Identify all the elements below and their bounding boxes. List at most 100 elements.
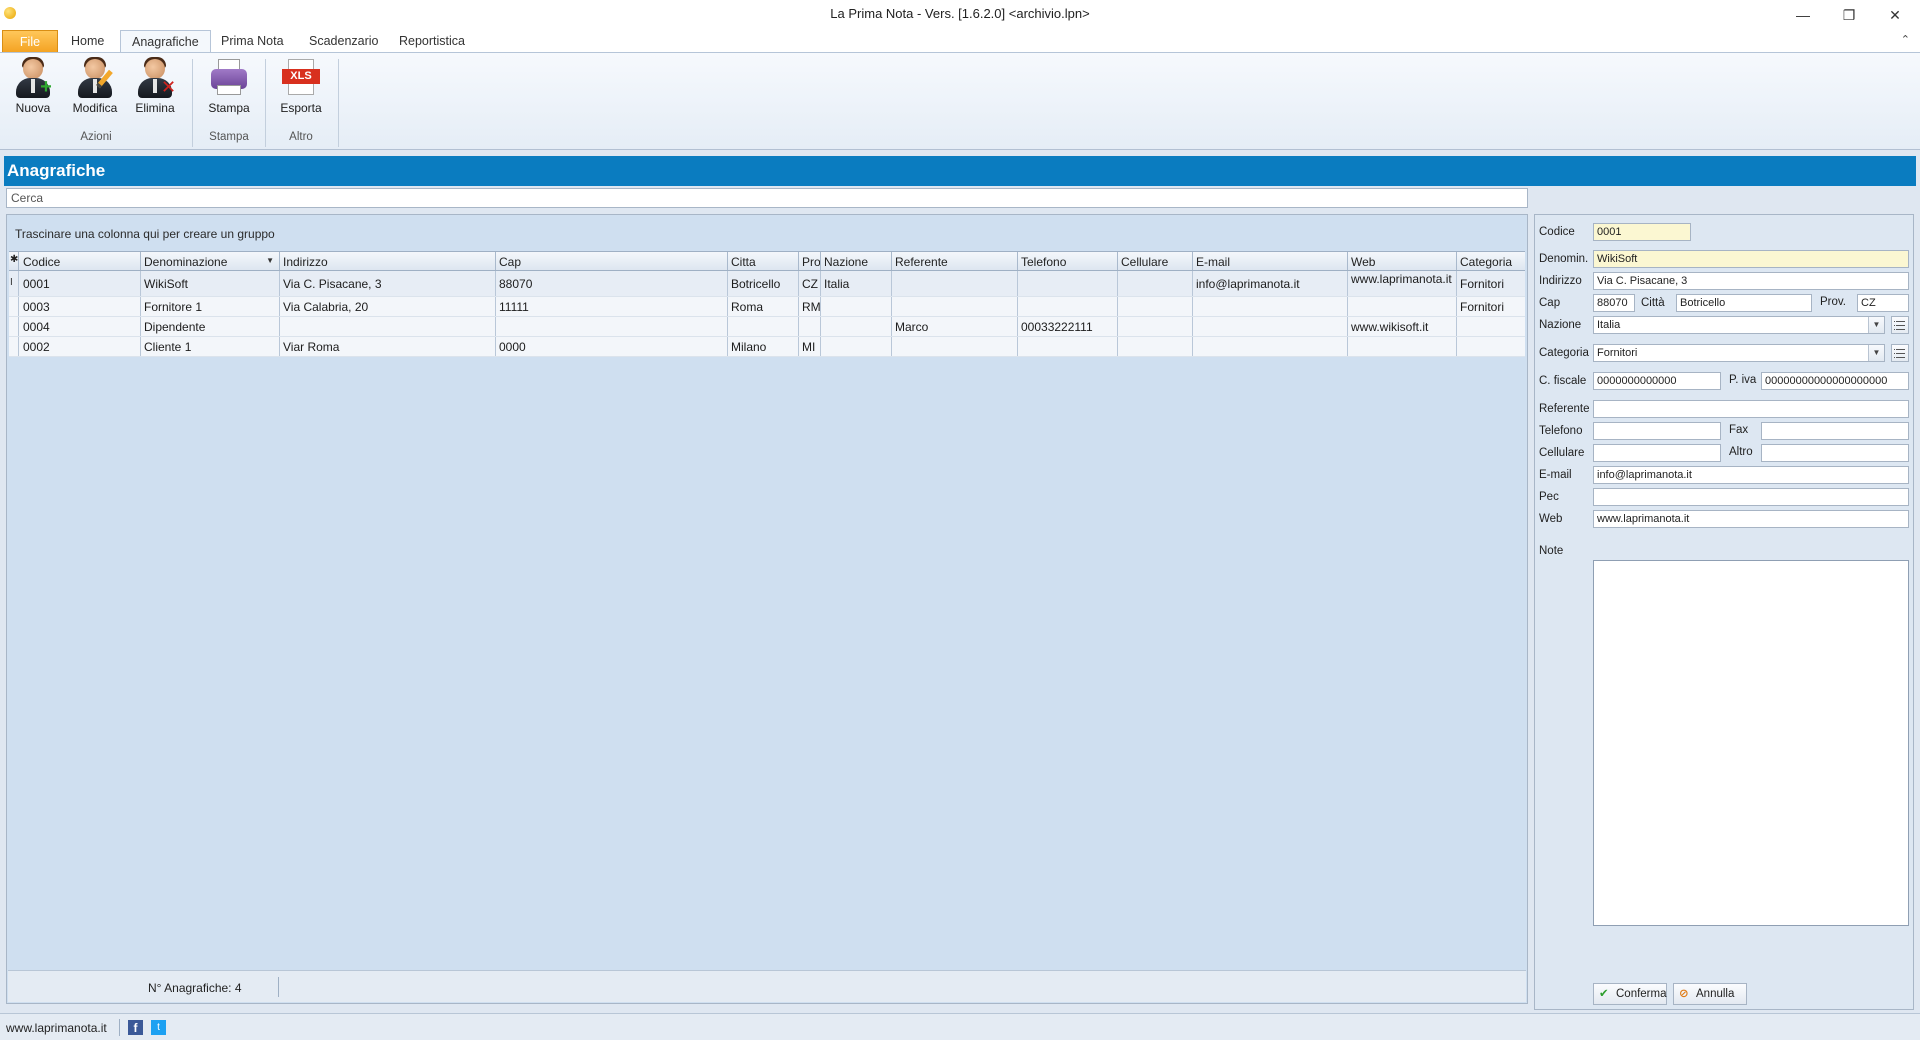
cfiscale-field[interactable]: 0000000000000 — [1593, 372, 1721, 390]
cell-nazione[interactable] — [821, 317, 892, 336]
tab-home[interactable]: Home — [60, 30, 115, 52]
cell-cellulare[interactable] — [1118, 317, 1193, 336]
twitter-icon[interactable]: t — [151, 1020, 166, 1035]
cell-categoria[interactable]: Fornitori — [1457, 271, 1525, 296]
cell-indirizzo[interactable]: Via C. Pisacane, 3 — [280, 271, 496, 296]
indirizzo-field[interactable]: Via C. Pisacane, 3 — [1593, 272, 1909, 290]
citta-field[interactable]: Botricello — [1676, 294, 1812, 312]
stampa-button[interactable]: Stampa — [200, 57, 258, 121]
annulla-button[interactable]: ⊘ Annulla — [1673, 983, 1747, 1005]
tab-scadenzario[interactable]: Scadenzario — [298, 30, 390, 52]
col-header-cap[interactable]: Cap — [496, 252, 728, 270]
telefono-field[interactable] — [1593, 422, 1721, 440]
col-header-web[interactable]: Web — [1348, 252, 1457, 270]
prov-field[interactable]: CZ — [1857, 294, 1909, 312]
cell-cap[interactable] — [496, 317, 728, 336]
col-header-email[interactable]: E-mail — [1193, 252, 1348, 270]
email-field[interactable]: info@laprimanota.it — [1593, 466, 1909, 484]
web-field[interactable]: www.laprimanota.it — [1593, 510, 1909, 528]
ribbon-collapse-icon[interactable]: ⌃ — [1901, 33, 1910, 46]
cell-citta[interactable]: Roma — [728, 297, 799, 316]
cell-pro[interactable]: RM — [799, 297, 821, 316]
cell-email[interactable] — [1193, 337, 1348, 356]
cell-cap[interactable]: 88070 — [496, 271, 728, 296]
cell-nazione[interactable]: Italia — [821, 271, 892, 296]
cap-field[interactable]: 88070 — [1593, 294, 1635, 312]
table-row[interactable]: I 0001 WikiSoft Via C. Pisacane, 3 88070… — [9, 271, 1525, 297]
cell-nazione[interactable] — [821, 337, 892, 356]
col-header-referente[interactable]: Referente — [892, 252, 1018, 270]
col-header-cellulare[interactable]: Cellulare — [1118, 252, 1193, 270]
note-textarea[interactable] — [1593, 560, 1909, 926]
cell-web[interactable] — [1348, 337, 1457, 356]
cellulare-field[interactable] — [1593, 444, 1721, 462]
cell-cellulare[interactable] — [1118, 337, 1193, 356]
restore-button[interactable]: ❐ — [1826, 0, 1872, 30]
nazione-list-button[interactable] — [1891, 316, 1909, 334]
tab-file[interactable]: File — [2, 30, 58, 52]
close-button[interactable]: ✕ — [1872, 0, 1918, 30]
cell-cellulare[interactable] — [1118, 297, 1193, 316]
col-header-categoria[interactable]: Categoria — [1457, 252, 1525, 270]
altro-field[interactable] — [1761, 444, 1909, 462]
cell-telefono[interactable] — [1018, 271, 1118, 296]
elimina-button[interactable]: ✕ Elimina — [126, 57, 184, 121]
col-header-nazione[interactable]: Nazione — [821, 252, 892, 270]
cell-indirizzo[interactable] — [280, 317, 496, 336]
col-header-telefono[interactable]: Telefono — [1018, 252, 1118, 270]
cell-email[interactable]: info@laprimanota.it — [1193, 271, 1348, 296]
categoria-list-button[interactable] — [1891, 344, 1909, 362]
cell-citta[interactable]: Botricello — [728, 271, 799, 296]
cell-cellulare[interactable] — [1118, 271, 1193, 296]
cell-pro[interactable] — [799, 317, 821, 336]
col-header-pro[interactable]: Pro — [799, 252, 821, 270]
col-header-denominazione[interactable]: Denominazione ▼ — [141, 252, 280, 270]
chevron-down-icon[interactable]: ▼ — [1868, 345, 1884, 361]
categoria-select[interactable]: Fornitori ▼ — [1593, 344, 1885, 362]
cell-codice[interactable]: 0002 — [20, 337, 141, 356]
cell-referente[interactable] — [892, 337, 1018, 356]
denominazione-field[interactable]: WikiSoft — [1593, 250, 1909, 268]
modifica-button[interactable]: Modifica — [66, 57, 124, 121]
cell-categoria[interactable] — [1457, 337, 1525, 356]
nuova-button[interactable]: + Nuova — [4, 57, 62, 121]
tab-prima-nota[interactable]: Prima Nota — [210, 30, 295, 52]
cell-cap[interactable]: 0000 — [496, 337, 728, 356]
cell-categoria[interactable]: Fornitori — [1457, 297, 1525, 316]
minimize-button[interactable]: — — [1780, 0, 1826, 30]
cell-cap[interactable]: 11111 — [496, 297, 728, 316]
table-row[interactable]: 0002 Cliente 1 Viar Roma 0000 Milano MI — [9, 337, 1525, 357]
cell-denominazione[interactable]: Fornitore 1 — [141, 297, 280, 316]
cell-web[interactable] — [1348, 297, 1457, 316]
table-row[interactable]: 0004 Dipendente Marco 00033222111 www.wi… — [9, 317, 1525, 337]
nazione-select[interactable]: Italia ▼ — [1593, 316, 1885, 334]
cell-web[interactable]: www.wikisoft.it — [1348, 317, 1457, 336]
cell-pro[interactable]: CZ — [799, 271, 821, 296]
cell-denominazione[interactable]: WikiSoft — [141, 271, 280, 296]
pec-field[interactable] — [1593, 488, 1909, 506]
cell-indirizzo[interactable]: Via Calabria, 20 — [280, 297, 496, 316]
cell-citta[interactable] — [728, 317, 799, 336]
cell-codice[interactable]: 0004 — [20, 317, 141, 336]
cell-telefono[interactable]: 00033222111 — [1018, 317, 1118, 336]
website-link[interactable]: www.laprimanota.it — [6, 1021, 107, 1035]
cell-referente[interactable] — [892, 297, 1018, 316]
cell-telefono[interactable] — [1018, 297, 1118, 316]
cell-web[interactable]: www.laprimanota.it — [1348, 271, 1457, 296]
tab-reportistica[interactable]: Reportistica — [388, 30, 476, 52]
cell-nazione[interactable] — [821, 297, 892, 316]
cell-referente[interactable] — [892, 271, 1018, 296]
referente-field[interactable] — [1593, 400, 1909, 418]
cell-categoria[interactable] — [1457, 317, 1525, 336]
esporta-button[interactable]: XLS Esporta — [272, 57, 330, 121]
cell-denominazione[interactable]: Dipendente — [141, 317, 280, 336]
table-row[interactable]: 0003 Fornitore 1 Via Calabria, 20 11111 … — [9, 297, 1525, 317]
cell-referente[interactable]: Marco — [892, 317, 1018, 336]
facebook-icon[interactable]: f — [128, 1020, 143, 1035]
group-by-hint[interactable]: Trascinare una colonna qui per creare un… — [15, 227, 275, 241]
col-header-indirizzo[interactable]: Indirizzo — [280, 252, 496, 270]
tab-anagrafiche[interactable]: Anagrafiche — [120, 30, 211, 53]
col-header-codice[interactable]: Codice — [20, 252, 141, 270]
cell-codice[interactable]: 0003 — [20, 297, 141, 316]
chevron-down-icon[interactable]: ▼ — [1868, 317, 1884, 333]
